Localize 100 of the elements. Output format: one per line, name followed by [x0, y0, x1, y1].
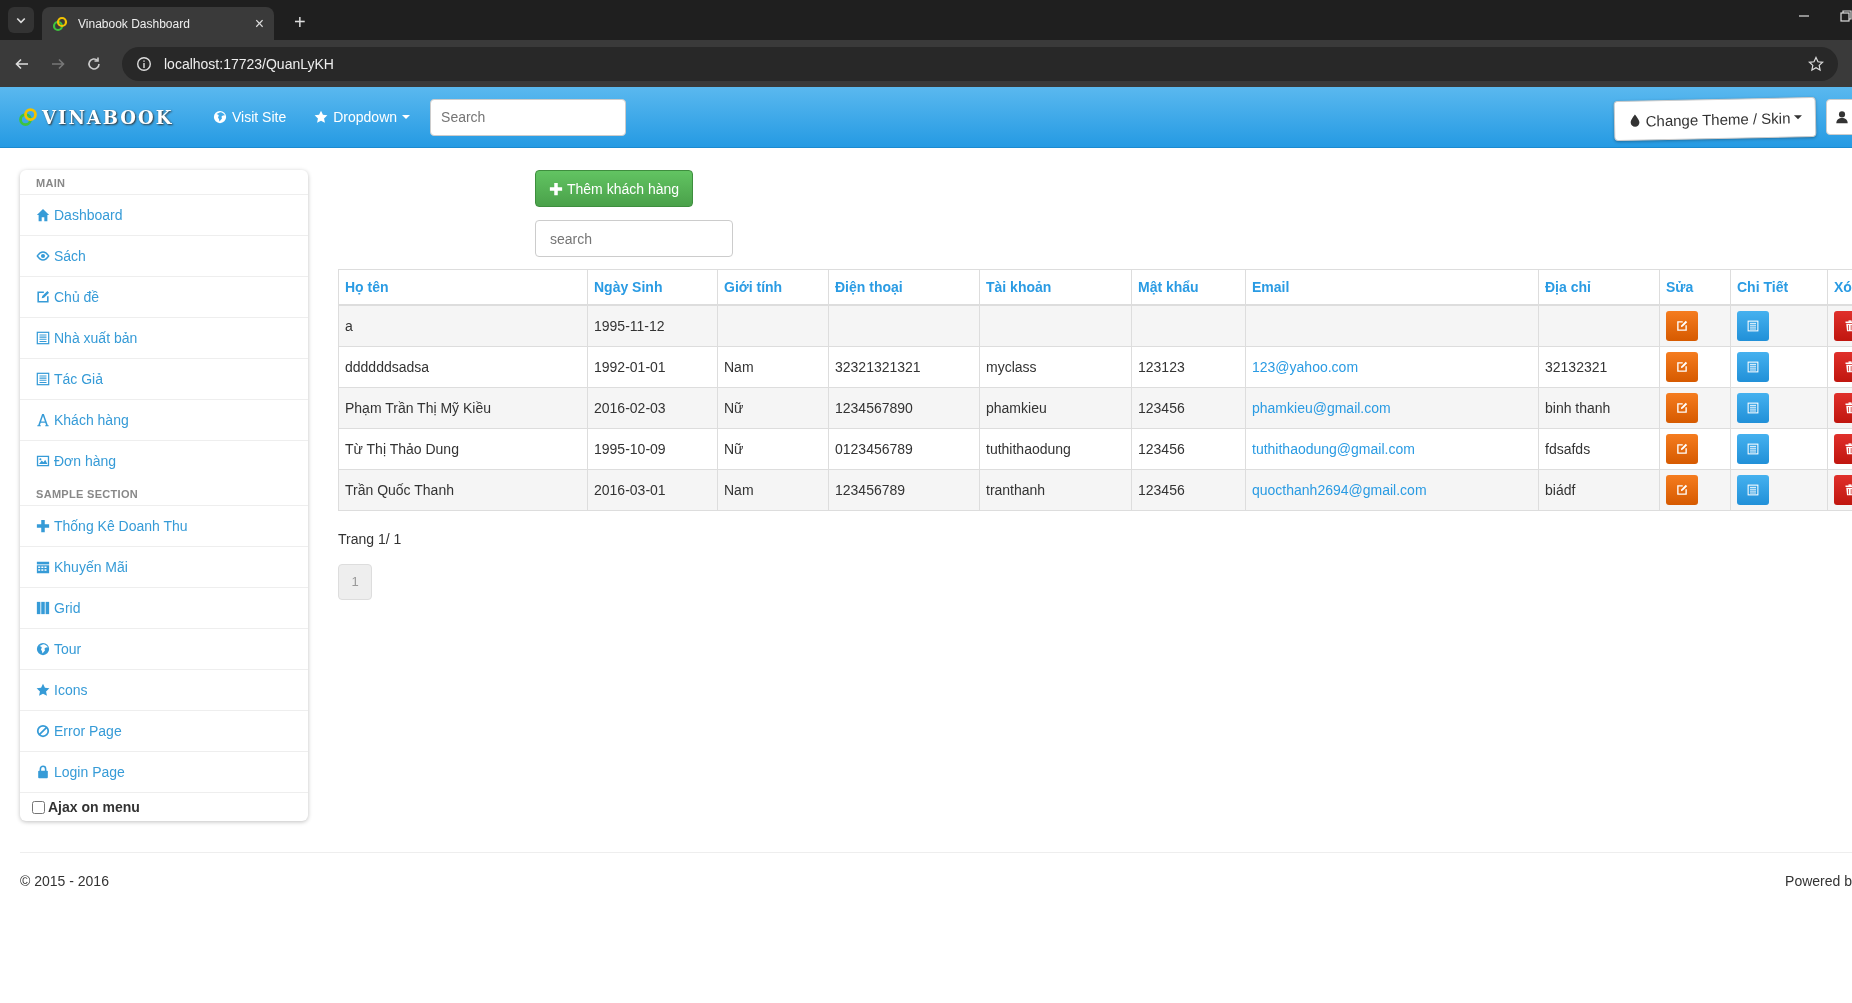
edit-button[interactable] [1666, 310, 1698, 341]
restore-icon[interactable] [1840, 10, 1852, 22]
table-cell: 2016-03-01 [594, 481, 666, 498]
column-header: Sửa [1666, 279, 1694, 295]
star-icon [36, 683, 50, 697]
sidebar-item[interactable]: Login Page [20, 751, 308, 792]
table-cell: Trần Quốc Thanh [345, 481, 454, 498]
table-cell: 123456 [1138, 399, 1185, 416]
new-tab-button[interactable]: + [288, 10, 312, 35]
detail-button[interactable] [1737, 433, 1769, 464]
browser-tab[interactable]: Vinabook Dashboard × [42, 7, 274, 40]
column-header: Email [1252, 279, 1290, 295]
page-button[interactable]: 1 [338, 563, 372, 600]
copyright-text: © 2015 - 2016 [20, 873, 109, 889]
email-link[interactable]: phamkieu@gmail.com [1252, 399, 1391, 416]
edit-icon [1676, 442, 1688, 455]
column-header: Mật khẩu [1138, 279, 1199, 295]
table-cell: 1995-11-12 [594, 317, 665, 334]
detail-button[interactable] [1737, 351, 1769, 382]
sidebar-item[interactable]: Grid [20, 587, 308, 628]
checkbox-label: Ajax on menu [48, 799, 140, 815]
table-cell: Nam [724, 481, 754, 498]
sidebar-item[interactable]: Nhà xuất bản [20, 317, 308, 358]
sidebar-item[interactable]: Đơn hàng [20, 440, 308, 481]
trash-icon [1844, 442, 1852, 455]
sidebar-item[interactable]: Khách hàng [20, 399, 308, 440]
sidebar-item[interactable]: Error Page [20, 710, 308, 751]
edit-icon [1676, 360, 1688, 373]
brand-logo[interactable]: VINABOOK [42, 106, 174, 128]
table-cell: 1995-10-09 [594, 440, 666, 457]
star-icon [314, 110, 329, 124]
close-tab-button[interactable]: × [254, 14, 264, 33]
globe-icon [36, 642, 50, 656]
ban-icon [36, 724, 50, 738]
table-cell: a [345, 317, 353, 334]
user-icon [1835, 110, 1849, 124]
bookmark-star-icon[interactable] [1808, 55, 1824, 72]
detail-button[interactable] [1737, 474, 1769, 505]
list-icon [1747, 401, 1759, 414]
table-cell: Nữ [724, 399, 744, 416]
column-header: Giới tính [724, 279, 783, 295]
column-header: Chi Tiết [1737, 279, 1789, 295]
edit-icon [1676, 483, 1688, 496]
list-icon [1747, 319, 1759, 332]
table-cell: binh thanh [1545, 399, 1611, 416]
table-cell: 2016-02-03 [594, 399, 666, 416]
column-header: Điện thoại [835, 279, 903, 295]
table-cell: 123456 [1138, 481, 1185, 498]
sidebar-item[interactable]: Thống Kê Doanh Thu [20, 505, 308, 546]
column-header: Ngày Sinh [594, 279, 663, 295]
table-cell: myclass [986, 358, 1037, 375]
column-header: Xó [1834, 279, 1852, 295]
grid-icon [36, 601, 50, 615]
ajax-checkbox[interactable] [32, 800, 45, 814]
sidebar-item[interactable]: Dashboard [20, 194, 308, 235]
sidebar-item[interactable]: Icons [20, 669, 308, 710]
search-field[interactable]: search [535, 220, 733, 257]
table-cell: Nam [724, 358, 754, 375]
edit-button[interactable] [1666, 474, 1698, 505]
nav-link[interactable]: Visit Site [213, 109, 287, 125]
list-icon [1747, 360, 1759, 373]
column-header: Tài khoản [986, 279, 1052, 295]
detail-button[interactable] [1737, 392, 1769, 423]
detail-button[interactable] [1737, 310, 1769, 341]
edit-button[interactable] [1666, 433, 1698, 464]
list-icon [36, 331, 50, 345]
table-cell: fdsafds [1545, 440, 1591, 457]
lock-icon [36, 765, 50, 779]
edit-button[interactable] [1666, 351, 1698, 382]
add-customer-button[interactable]: Thêm khách hàng [535, 170, 694, 207]
home-icon [36, 208, 50, 222]
sidebar-item[interactable]: Tác Giả [20, 358, 308, 399]
edit-icon [36, 290, 50, 304]
edit-icon [1676, 319, 1688, 332]
tab-list-button[interactable] [8, 7, 34, 33]
list-icon [1747, 442, 1759, 455]
sidebar-item[interactable]: Khuyến Mãi [20, 546, 308, 587]
email-link[interactable]: 123@yahoo.com [1252, 358, 1359, 375]
edit-button[interactable] [1666, 392, 1698, 423]
plus-icon [36, 519, 50, 533]
sidebar-item[interactable]: Tour [20, 628, 308, 669]
trash-icon [1844, 360, 1852, 373]
address-bar[interactable]: localhost:17723/QuanLyKH [122, 46, 1838, 81]
table-cell: biádf [1545, 481, 1576, 498]
sidebar-item[interactable]: Chủ đề [20, 276, 308, 317]
theme-button[interactable]: Change Theme / Skin [1613, 96, 1817, 142]
table-cell: Phạm Trần Thị Mỹ Kiều [345, 399, 492, 416]
table-cell: 1234567890 [835, 399, 913, 416]
letter-a-icon [36, 413, 50, 427]
table-cell: 0123456789 [835, 440, 913, 457]
section-title: SAMPLE SECTION [35, 487, 139, 502]
section-title: MAIN [35, 176, 67, 191]
search-field[interactable]: Search [430, 98, 627, 136]
table-cell: tranthanh [986, 481, 1046, 498]
eye-icon [36, 249, 50, 263]
dropdown-toggle[interactable]: Dropdown [314, 109, 411, 125]
table-cell: phamkieu [986, 399, 1047, 416]
url-text: localhost:17723/QuanLyKH [164, 55, 335, 72]
reload-icon[interactable] [86, 55, 102, 72]
sidebar-item[interactable]: Sách [20, 235, 308, 276]
